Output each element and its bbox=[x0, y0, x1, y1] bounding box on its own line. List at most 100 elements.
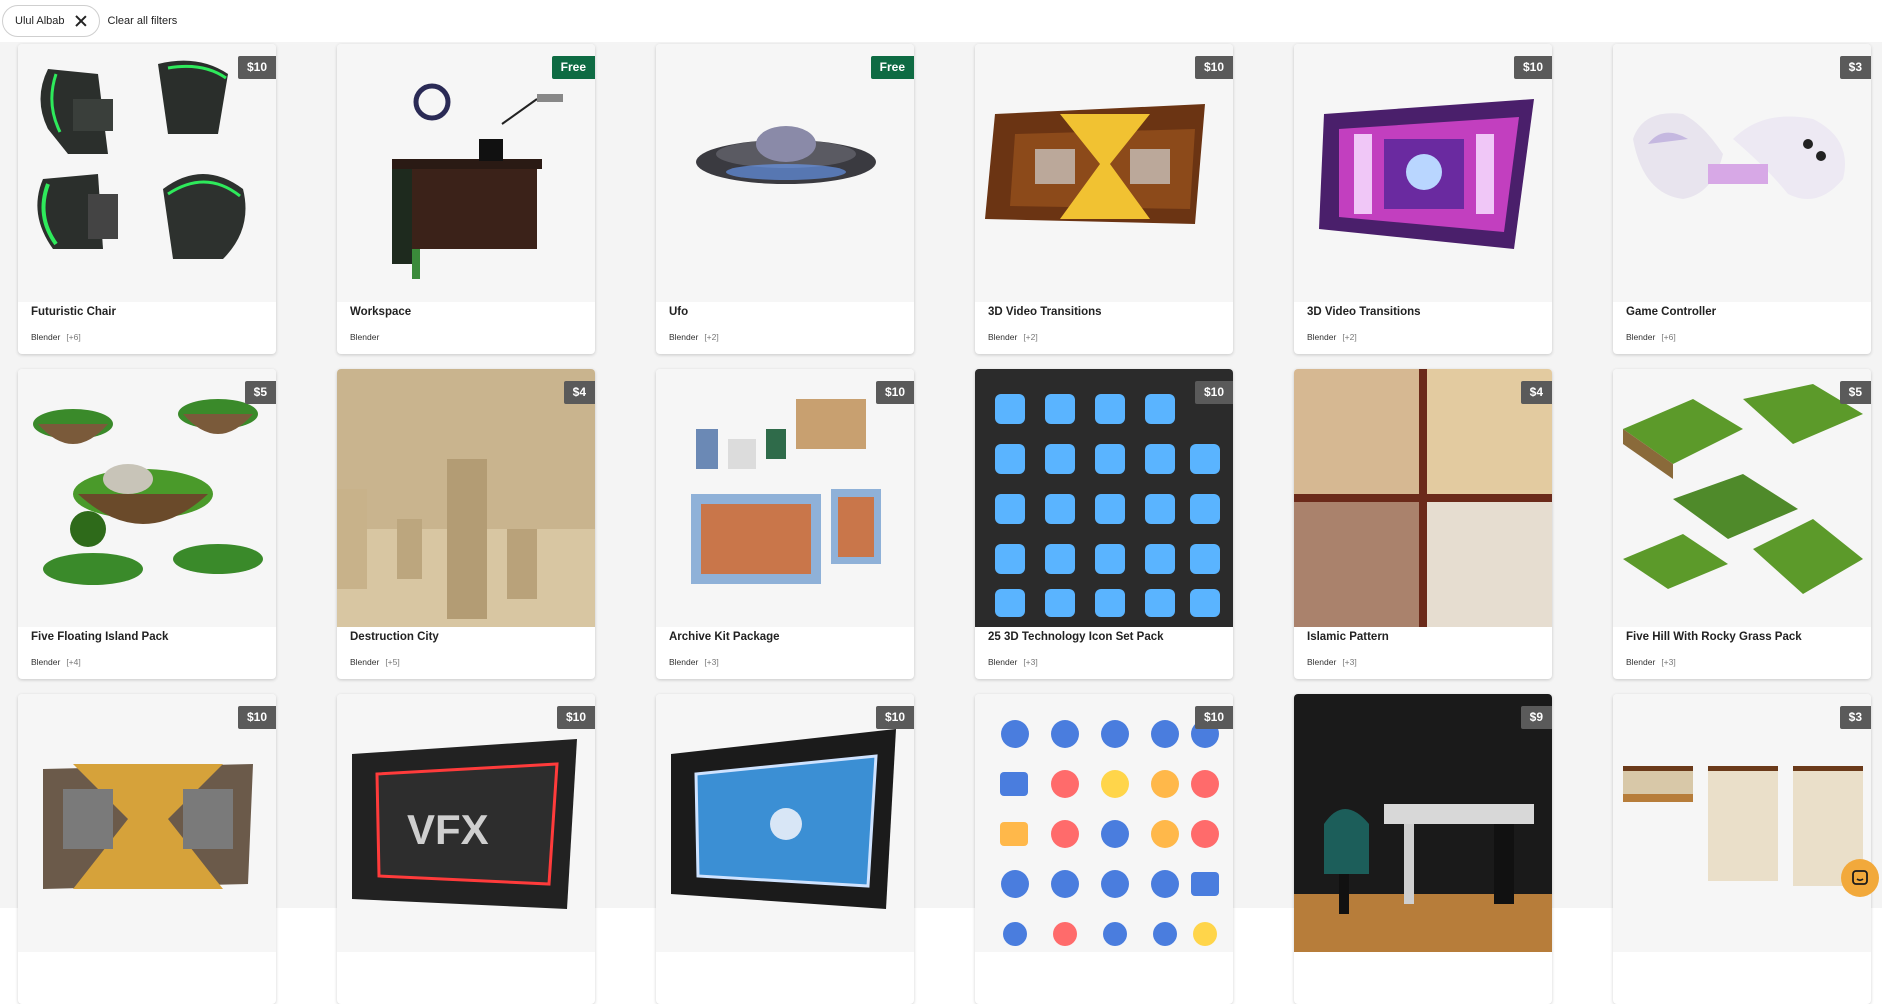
filter-chip[interactable]: Ulul Albab bbox=[2, 5, 100, 37]
product-info: Workspace Blender bbox=[350, 306, 585, 342]
svg-text:VFX: VFX bbox=[407, 806, 489, 853]
product-card[interactable]: $3 bbox=[1613, 694, 1871, 1004]
product-thumbnail[interactable]: $5 bbox=[18, 369, 276, 627]
product-image bbox=[43, 764, 253, 889]
product-title[interactable]: Ufo bbox=[669, 306, 904, 318]
product-title[interactable]: Futuristic Chair bbox=[31, 306, 266, 318]
product-image bbox=[1623, 384, 1863, 594]
product-title[interactable]: Workspace bbox=[350, 306, 585, 318]
product-thumbnail[interactable]: VFX $10 bbox=[337, 694, 595, 952]
product-card[interactable]: $10 25 3D Technology Icon Set Pack Blender… bbox=[975, 369, 1233, 679]
product-software: Blender [+2] bbox=[669, 332, 904, 342]
product-thumbnail[interactable]: $9 bbox=[1294, 694, 1552, 952]
price-badge: $3 bbox=[1839, 706, 1871, 729]
software-extra-count: [+3] bbox=[1023, 657, 1038, 667]
product-software: Blender bbox=[350, 332, 585, 342]
software-extra-count: [+2] bbox=[1023, 332, 1038, 342]
product-thumbnail[interactable]: $10 bbox=[1294, 44, 1552, 302]
chat-launcher-button[interactable] bbox=[1841, 859, 1879, 897]
software-extra-count: [+3] bbox=[704, 657, 719, 667]
product-software: Blender [+3] bbox=[669, 657, 904, 667]
product-software: Blender [+2] bbox=[988, 332, 1223, 342]
product-image bbox=[1633, 113, 1845, 199]
product-software bbox=[988, 970, 1223, 980]
filter-bar: Ulul Albab Clear all filters bbox=[0, 0, 1882, 42]
software-label: Blender bbox=[31, 332, 61, 342]
product-thumbnail[interactable]: $4 bbox=[337, 369, 595, 627]
product-card[interactable]: $3 Game Controller Blender [+6] bbox=[1613, 44, 1871, 354]
product-thumbnail[interactable]: $4 bbox=[1294, 369, 1552, 627]
product-thumbnail[interactable]: $10 bbox=[656, 694, 914, 952]
product-software: Blender [+3] bbox=[988, 657, 1223, 667]
product-info: 3D Video Transitions Blender [+2] bbox=[988, 306, 1223, 342]
product-thumbnail[interactable]: $3 bbox=[1613, 44, 1871, 302]
product-info bbox=[1626, 956, 1861, 980]
product-info bbox=[1307, 956, 1542, 980]
product-title[interactable]: 3D Video Transitions bbox=[988, 306, 1223, 318]
product-card[interactable]: $5 Five Hill With Rocky Grass Pack Blender… bbox=[1613, 369, 1871, 679]
product-title[interactable]: Five Hill With Rocky Grass Pack bbox=[1626, 631, 1861, 643]
product-card[interactable]: $10 bbox=[975, 694, 1233, 1004]
product-thumbnail[interactable]: Free bbox=[656, 44, 914, 302]
product-title[interactable]: Archive Kit Package bbox=[669, 631, 904, 643]
product-card[interactable]: $10 bbox=[656, 694, 914, 1004]
product-info: Game Controller Blender [+6] bbox=[1626, 306, 1861, 342]
product-image: VFX bbox=[352, 739, 577, 909]
product-thumbnail[interactable]: $10 bbox=[975, 44, 1233, 302]
product-card[interactable]: VFX $10 bbox=[337, 694, 595, 1004]
product-thumbnail[interactable]: $10 bbox=[656, 369, 914, 627]
price-badge: $10 bbox=[875, 706, 914, 729]
product-card[interactable]: $4 Islamic Pattern Blender [+3] bbox=[1294, 369, 1552, 679]
software-extra-count: [+3] bbox=[1661, 657, 1676, 667]
product-thumbnail[interactable]: $10 bbox=[18, 694, 276, 952]
product-card[interactable]: $5 Five Floating Island Pack Blender [+4] bbox=[18, 369, 276, 679]
product-card[interactable]: Free Workspace Blender bbox=[337, 44, 595, 354]
product-thumbnail[interactable]: $10 bbox=[975, 369, 1233, 627]
product-title[interactable]: 25 3D Technology Icon Set Pack bbox=[988, 631, 1223, 643]
product-software bbox=[1626, 970, 1861, 980]
product-image bbox=[1000, 720, 1219, 946]
product-software bbox=[1307, 970, 1542, 980]
product-thumbnail[interactable]: Free bbox=[337, 44, 595, 302]
product-card[interactable]: $4 Destruction City Blender [+5] bbox=[337, 369, 595, 679]
close-icon[interactable] bbox=[75, 15, 87, 27]
product-image bbox=[1623, 766, 1863, 886]
product-card[interactable]: $9 bbox=[1294, 694, 1552, 1004]
product-info: Islamic Pattern Blender [+3] bbox=[1307, 631, 1542, 667]
product-card[interactable]: $10 3D Video Transitions Blender [+2] bbox=[975, 44, 1233, 354]
product-card[interactable]: Free Ufo Blender [+2] bbox=[656, 44, 914, 354]
software-label: Blender bbox=[988, 657, 1018, 667]
price-badge: $4 bbox=[1520, 381, 1552, 404]
product-card[interactable]: $10 Archive Kit Package Blender [+3] bbox=[656, 369, 914, 679]
product-image bbox=[337, 369, 595, 627]
product-title[interactable]: Destruction City bbox=[350, 631, 585, 643]
chat-icon bbox=[1852, 870, 1868, 885]
product-card[interactable]: $10 Futuristic Chair Blender [+6] bbox=[18, 44, 276, 354]
product-title[interactable]: Game Controller bbox=[1626, 306, 1861, 318]
product-image bbox=[691, 399, 881, 584]
product-card[interactable]: $10 3D Video Transitions Blender [+2] bbox=[1294, 44, 1552, 354]
software-label: Blender bbox=[669, 332, 699, 342]
software-extra-count: [+2] bbox=[704, 332, 719, 342]
product-software: Blender [+2] bbox=[1307, 332, 1542, 342]
product-thumbnail[interactable]: $10 bbox=[975, 694, 1233, 952]
product-thumbnail[interactable]: $3 bbox=[1613, 694, 1871, 952]
product-card[interactable]: $10 bbox=[18, 694, 276, 1004]
software-label: Blender bbox=[1626, 657, 1656, 667]
product-info bbox=[669, 956, 904, 980]
software-extra-count: [+2] bbox=[1342, 332, 1357, 342]
product-thumbnail[interactable]: $5 bbox=[1613, 369, 1871, 627]
clear-all-filters-link[interactable]: Clear all filters bbox=[108, 15, 178, 27]
price-badge: Free bbox=[551, 56, 595, 79]
product-title[interactable]: 3D Video Transitions bbox=[1307, 306, 1542, 318]
product-title[interactable]: Five Floating Island Pack bbox=[31, 631, 266, 643]
filter-chip-label: Ulul Albab bbox=[15, 15, 65, 27]
product-grid: $10 Futuristic Chair Blender [+6] Free Worksp… bbox=[18, 44, 1871, 1004]
product-thumbnail[interactable]: $10 bbox=[18, 44, 276, 302]
product-info: 25 3D Technology Icon Set Pack Blender [+3… bbox=[988, 631, 1223, 667]
product-title[interactable]: Islamic Pattern bbox=[1307, 631, 1542, 643]
software-extra-count: [+5] bbox=[385, 657, 400, 667]
product-info bbox=[988, 956, 1223, 980]
product-info: Archive Kit Package Blender [+3] bbox=[669, 631, 904, 667]
product-software: Blender [+6] bbox=[1626, 332, 1861, 342]
